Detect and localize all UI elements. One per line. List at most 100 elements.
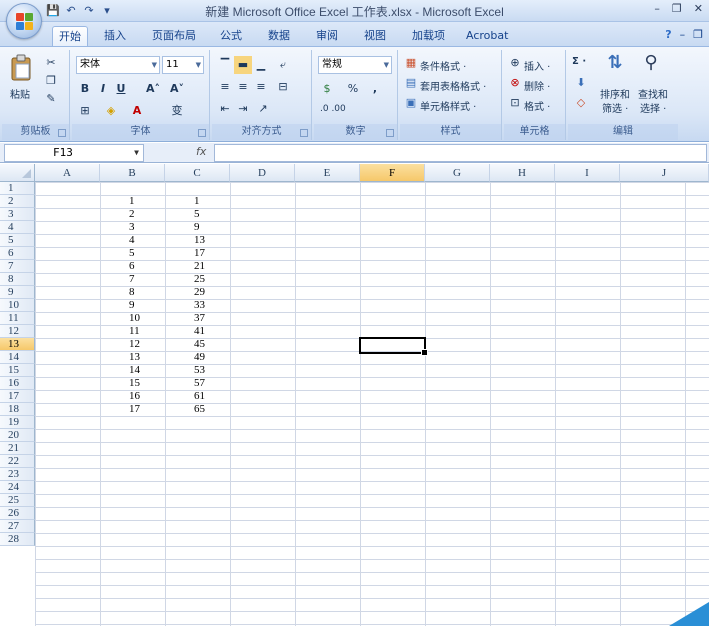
column-b-cell[interactable]: 17 [129, 403, 140, 416]
align-left-icon[interactable]: ≡ [216, 78, 234, 96]
fill-icon[interactable]: ⬇ [572, 74, 590, 92]
row-header-16[interactable]: 16 [0, 377, 35, 390]
tab-formulas[interactable]: 公式 [214, 26, 248, 46]
grow-font-button[interactable]: A˄ [142, 80, 164, 98]
row-header-7[interactable]: 7 [0, 260, 35, 273]
column-c-cell[interactable]: 21 [194, 260, 205, 273]
formula-input[interactable] [214, 144, 707, 162]
clear-icon[interactable]: ◇ [572, 94, 590, 112]
tab-acrobat[interactable]: Acrobat [460, 26, 514, 46]
increase-indent-icon[interactable]: ⇥ [234, 100, 252, 118]
row-header-4[interactable]: 4 [0, 221, 35, 234]
comma-button[interactable]: , [366, 80, 384, 98]
font-size-select[interactable]: 11 ▼ [162, 56, 204, 74]
decrease-indent-icon[interactable]: ⇤ [216, 100, 234, 118]
column-b-cell[interactable]: 6 [129, 260, 135, 273]
ribbon-restore-button[interactable]: ❐ [693, 28, 703, 41]
conditional-format-button[interactable]: 条件格式 · [420, 58, 466, 73]
column-header-h[interactable]: H [490, 164, 555, 182]
row-header-17[interactable]: 17 [0, 390, 35, 403]
find-label[interactable]: 查找和 [638, 86, 668, 101]
column-c-cell[interactable]: 37 [194, 312, 205, 325]
column-b-cell[interactable]: 3 [129, 221, 135, 234]
bold-button[interactable]: B [76, 80, 94, 98]
find-select-icon[interactable]: ⚲ [640, 54, 662, 84]
column-c-cell[interactable]: 1 [194, 195, 200, 208]
row-header-26[interactable]: 26 [0, 507, 35, 520]
minimize-button[interactable]: – [654, 2, 660, 15]
merge-center-icon[interactable]: ⊟ [274, 78, 292, 96]
alignment-launcher-icon[interactable] [300, 129, 308, 137]
column-c-cell[interactable]: 57 [194, 377, 205, 390]
column-c-cell[interactable]: 17 [194, 247, 205, 260]
column-b-cell[interactable]: 7 [129, 273, 135, 286]
select-label[interactable]: 选择 · [640, 100, 666, 115]
row-header-1[interactable]: 1 [0, 182, 35, 195]
restore-button[interactable]: ❐ [672, 2, 682, 15]
column-c-cell[interactable]: 13 [194, 234, 205, 247]
insert-cells-button[interactable]: 插入 · [524, 58, 550, 73]
font-name-select[interactable]: 宋体 ▼ [76, 56, 160, 74]
align-bottom-icon[interactable]: ▁ [252, 56, 270, 74]
sort-label[interactable]: 排序和 [600, 86, 630, 101]
row-header-18[interactable]: 18 [0, 403, 35, 416]
tab-addins[interactable]: 加载项 [406, 26, 451, 46]
wrap-text-icon[interactable]: ⤶ [274, 56, 292, 74]
close-button[interactable]: ✕ [694, 2, 703, 15]
column-b-cell[interactable]: 4 [129, 234, 135, 247]
tab-page-layout[interactable]: 页面布局 [146, 26, 202, 46]
format-as-table-button[interactable]: 套用表格格式 · [420, 78, 486, 93]
tab-view[interactable]: 视图 [358, 26, 392, 46]
column-b-cell[interactable]: 11 [129, 325, 140, 338]
row-header-25[interactable]: 25 [0, 494, 35, 507]
help-icon[interactable]: ? [665, 28, 671, 41]
tab-home[interactable]: 开始 [52, 26, 88, 46]
row-header-19[interactable]: 19 [0, 416, 35, 429]
phonetic-button[interactable]: 变 [168, 102, 186, 120]
decimal-buttons[interactable]: .0 .00 [320, 104, 346, 114]
column-c-cell[interactable]: 25 [194, 273, 205, 286]
fill-color-icon[interactable]: ◈ [102, 102, 120, 120]
row-header-21[interactable]: 21 [0, 442, 35, 455]
cut-icon[interactable]: ✂ [42, 54, 60, 72]
name-box[interactable]: F13 ▼ [4, 144, 144, 162]
column-c-cell[interactable]: 29 [194, 286, 205, 299]
office-button[interactable] [6, 3, 42, 39]
row-header-13[interactable]: 13 [0, 338, 35, 351]
select-all-corner[interactable] [0, 164, 35, 182]
column-c-cell[interactable]: 49 [194, 351, 205, 364]
column-c-cell[interactable]: 45 [194, 338, 205, 351]
paste-button[interactable]: 粘贴 [8, 54, 34, 104]
column-b-cell[interactable]: 8 [129, 286, 135, 299]
row-header-5[interactable]: 5 [0, 234, 35, 247]
row-header-20[interactable]: 20 [0, 429, 35, 442]
tab-review[interactable]: 审阅 [310, 26, 344, 46]
column-c-cell[interactable]: 41 [194, 325, 205, 338]
column-header-c[interactable]: C [165, 164, 230, 182]
column-header-b[interactable]: B [100, 164, 165, 182]
row-header-15[interactable]: 15 [0, 364, 35, 377]
row-header-28[interactable]: 28 [0, 533, 35, 546]
insert-function-icon[interactable]: fx [196, 145, 206, 158]
shrink-font-button[interactable]: A˅ [166, 80, 188, 98]
row-header-11[interactable]: 11 [0, 312, 35, 325]
row-header-8[interactable]: 8 [0, 273, 35, 286]
underline-button[interactable]: U [112, 80, 130, 98]
row-header-23[interactable]: 23 [0, 468, 35, 481]
column-header-d[interactable]: D [230, 164, 295, 182]
column-c-cell[interactable]: 9 [194, 221, 200, 234]
column-header-g[interactable]: G [425, 164, 490, 182]
sort-filter-icon[interactable]: ⇅ [604, 54, 626, 84]
column-b-cell[interactable]: 5 [129, 247, 135, 260]
column-b-cell[interactable]: 14 [129, 364, 140, 377]
column-c-cell[interactable]: 53 [194, 364, 205, 377]
row-header-9[interactable]: 9 [0, 286, 35, 299]
cell-styles-button[interactable]: 单元格样式 · [420, 98, 476, 113]
row-header-12[interactable]: 12 [0, 325, 35, 338]
column-header-i[interactable]: I [555, 164, 620, 182]
column-c-cell[interactable]: 61 [194, 390, 205, 403]
clipboard-launcher-icon[interactable] [58, 129, 66, 137]
column-b-cell[interactable]: 9 [129, 299, 135, 312]
row-header-2[interactable]: 2 [0, 195, 35, 208]
accounting-format-icon[interactable]: $ [318, 80, 336, 98]
